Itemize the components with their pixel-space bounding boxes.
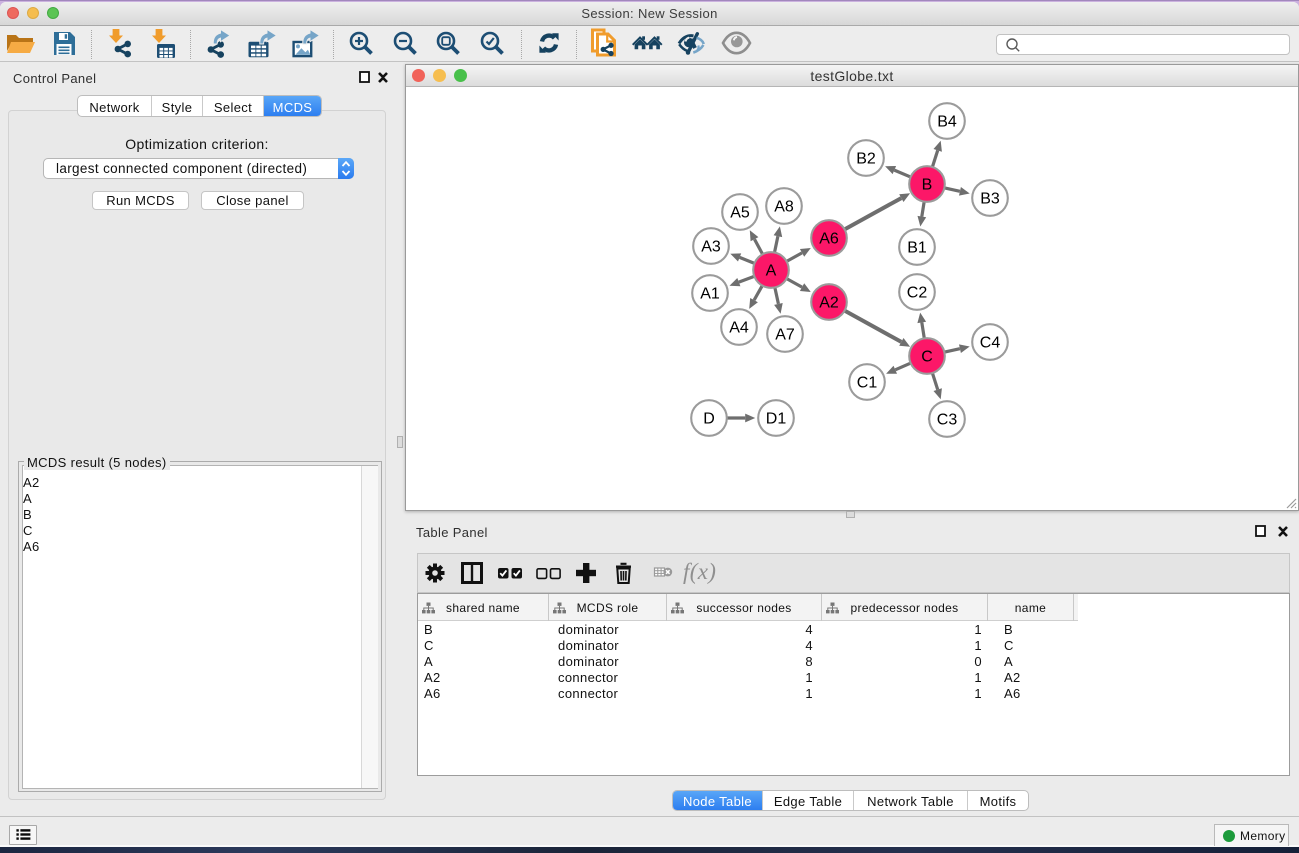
svg-text:D: D bbox=[703, 411, 715, 428]
svg-text:A5: A5 bbox=[730, 205, 750, 222]
svg-text:f(x): f(x) bbox=[683, 559, 716, 584]
svg-text:B: B bbox=[922, 177, 933, 194]
svg-text:C2: C2 bbox=[907, 285, 928, 302]
svg-text:B3: B3 bbox=[980, 191, 1000, 208]
svg-text:B1: B1 bbox=[907, 240, 927, 257]
svg-text:D1: D1 bbox=[766, 411, 787, 428]
svg-text:A: A bbox=[766, 263, 777, 280]
svg-text:A6: A6 bbox=[819, 231, 839, 248]
svg-text:C1: C1 bbox=[857, 375, 878, 392]
svg-text:A2: A2 bbox=[819, 295, 839, 312]
svg-text:A7: A7 bbox=[775, 327, 795, 344]
svg-text:A1: A1 bbox=[700, 286, 720, 303]
svg-text:A3: A3 bbox=[701, 239, 721, 256]
svg-text:C4: C4 bbox=[980, 335, 1001, 352]
svg-text:A8: A8 bbox=[774, 199, 794, 216]
svg-text:B2: B2 bbox=[856, 151, 876, 168]
svg-text:C: C bbox=[921, 349, 933, 366]
svg-text:B4: B4 bbox=[937, 114, 957, 131]
svg-text:C3: C3 bbox=[937, 412, 958, 429]
svg-text:A4: A4 bbox=[729, 320, 749, 337]
